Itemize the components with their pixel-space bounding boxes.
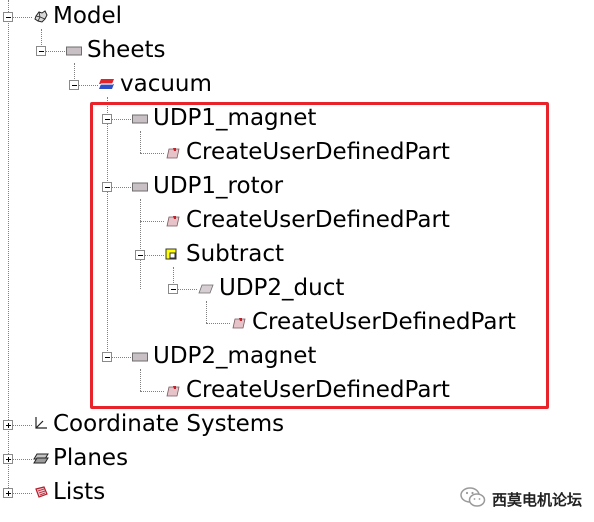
- tree-connector: [12, 459, 32, 460]
- collapse-toggle-model[interactable]: [3, 12, 13, 22]
- collapse-toggle-sheets[interactable]: [36, 46, 46, 56]
- planes-icon: [33, 452, 49, 464]
- expand-toggle-coordinate-systems[interactable]: [3, 420, 13, 430]
- tree-node-coordinate-systems[interactable]: Coordinate Systems: [53, 412, 284, 436]
- tree-node-sheets[interactable]: Sheets: [87, 38, 165, 62]
- collapse-toggle-vacuum[interactable]: [69, 80, 79, 90]
- tree-connector: [45, 51, 65, 52]
- tree-node-vacuum[interactable]: vacuum: [120, 72, 212, 96]
- history-tree: Model Sheets vacuum UDP1_magnet CreateUs…: [0, 0, 594, 522]
- tree-node-planes[interactable]: Planes: [53, 446, 128, 470]
- sheet-folder-icon: [66, 46, 82, 58]
- tree-connector: [12, 17, 32, 18]
- tree-node-model[interactable]: Model: [53, 4, 122, 28]
- watermark-text: 西莫电机论坛: [492, 490, 583, 509]
- lists-icon: [33, 485, 49, 498]
- tree-connector: [78, 85, 98, 86]
- tree-connector: [12, 493, 32, 494]
- watermark: 西莫电机论坛: [460, 486, 582, 512]
- model-icon: [33, 10, 49, 23]
- expand-toggle-lists[interactable]: [3, 488, 13, 498]
- wechat-icon: [460, 486, 486, 512]
- expand-toggle-planes[interactable]: [3, 454, 13, 464]
- axis-icon: [33, 416, 49, 429]
- tree-connector: [12, 425, 32, 426]
- highlight-box: [90, 102, 549, 409]
- tree-node-lists[interactable]: Lists: [53, 480, 105, 504]
- material-icon: [99, 77, 115, 89]
